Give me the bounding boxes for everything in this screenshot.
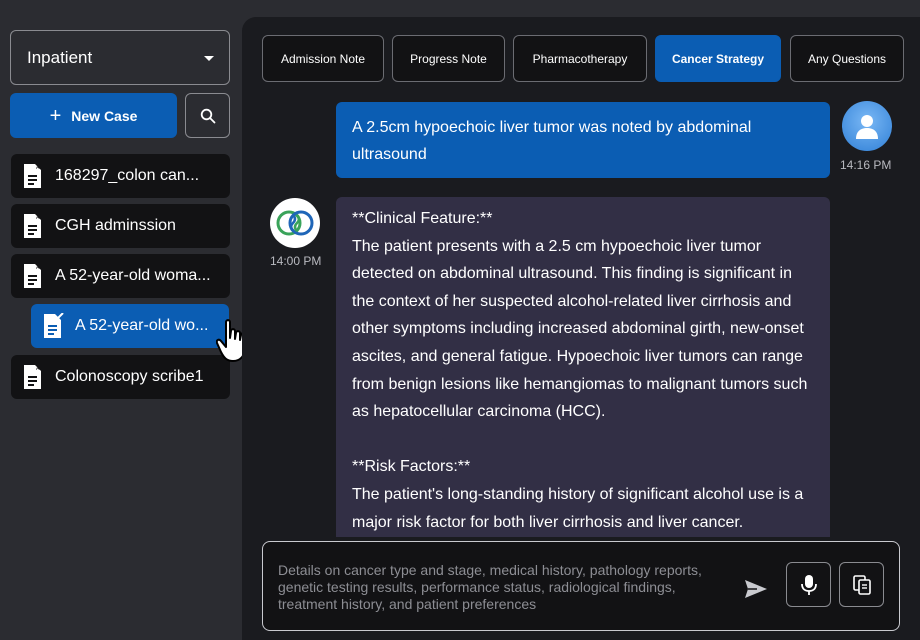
- user-message: A 2.5cm hypoechoic liver tumor was noted…: [336, 102, 830, 178]
- user-message-time: 14:16 PM: [840, 158, 892, 172]
- new-case-label: New Case: [71, 107, 138, 124]
- svg-text:AI: AI: [36, 265, 41, 271]
- caret-down-icon: [204, 56, 214, 61]
- user-icon: [856, 115, 878, 139]
- case-item[interactable]: AI CGH adminssion: [11, 204, 230, 248]
- tab-pharmacotherapy[interactable]: Pharmacotherapy: [513, 35, 647, 82]
- mode-select[interactable]: Inpatient: [10, 30, 230, 85]
- document-icon: AI: [24, 365, 41, 389]
- case-label: CGH adminssion: [55, 217, 176, 234]
- svg-text:AI: AI: [36, 165, 41, 171]
- tab-label: Cancer Strategy: [671, 51, 765, 66]
- bot-heading-clinical-feature: **Clinical Feature:**: [352, 210, 493, 227]
- bot-logo-icon: [276, 210, 314, 236]
- bot-message: **Clinical Feature:** The patient presen…: [336, 197, 830, 537]
- document-edit-icon: [44, 313, 64, 338]
- mode-select-value: Inpatient: [27, 47, 93, 67]
- bot-paragraph: The patient's long-standing history of s…: [352, 485, 804, 531]
- user-avatar: [842, 101, 892, 151]
- sidebar: Inpatient + New Case AI 168297_colon can…: [0, 0, 246, 640]
- tab-cancer-strategy[interactable]: Cancer Strategy: [655, 35, 781, 82]
- document-icon: AI: [24, 214, 41, 238]
- svg-text:AI: AI: [36, 215, 41, 221]
- copy-button[interactable]: [839, 562, 884, 607]
- user-message-text: A 2.5cm hypoechoic liver tumor was noted…: [352, 119, 752, 163]
- search-icon: [200, 108, 215, 123]
- composer-input[interactable]: Details on cancer type and stage, medica…: [278, 562, 718, 613]
- tab-label: Admission Note: [280, 51, 366, 66]
- bot-heading-risk-factors: **Risk Factors:**: [352, 458, 471, 476]
- case-item-active[interactable]: A 52-year-old wo...: [31, 304, 229, 348]
- bot-avatar: [270, 198, 320, 248]
- case-label: A 52-year-old wo...: [75, 317, 209, 334]
- microphone-icon: [800, 574, 817, 595]
- bot-message-time: 14:00 PM: [270, 254, 322, 268]
- document-icon: AI: [24, 264, 41, 288]
- message-composer[interactable]: Details on cancer type and stage, medica…: [262, 541, 900, 631]
- tab-label: Pharmacotherapy: [532, 51, 628, 66]
- tab-label: Progress Note: [410, 51, 487, 66]
- tab-any-questions[interactable]: Any Questions: [790, 35, 904, 82]
- case-item[interactable]: AI 168297_colon can...: [11, 154, 230, 198]
- document-icon: AI: [24, 164, 41, 188]
- bot-paragraph: The patient presents with a 2.5 cm hypoe…: [352, 237, 808, 421]
- case-label: 168297_colon can...: [55, 167, 200, 184]
- new-case-button[interactable]: + New Case: [10, 93, 177, 138]
- case-item[interactable]: AI Colonoscopy scribe1: [11, 355, 230, 399]
- send-icon[interactable]: [743, 578, 769, 600]
- tab-progress-note[interactable]: Progress Note: [392, 35, 505, 82]
- plus-icon: +: [49, 104, 62, 127]
- copy-document-icon: [852, 574, 871, 595]
- mic-button[interactable]: [786, 562, 831, 607]
- tab-admission-note[interactable]: Admission Note: [262, 35, 384, 82]
- main-panel: Admission Note Progress Note Pharmacothe…: [242, 17, 920, 640]
- case-label: Colonoscopy scribe1: [55, 368, 204, 385]
- tab-label: Any Questions: [807, 51, 887, 66]
- case-item[interactable]: AI A 52-year-old woma...: [11, 254, 230, 298]
- search-button[interactable]: [185, 93, 230, 138]
- svg-text:AI: AI: [36, 366, 41, 372]
- case-label: A 52-year-old woma...: [55, 267, 211, 284]
